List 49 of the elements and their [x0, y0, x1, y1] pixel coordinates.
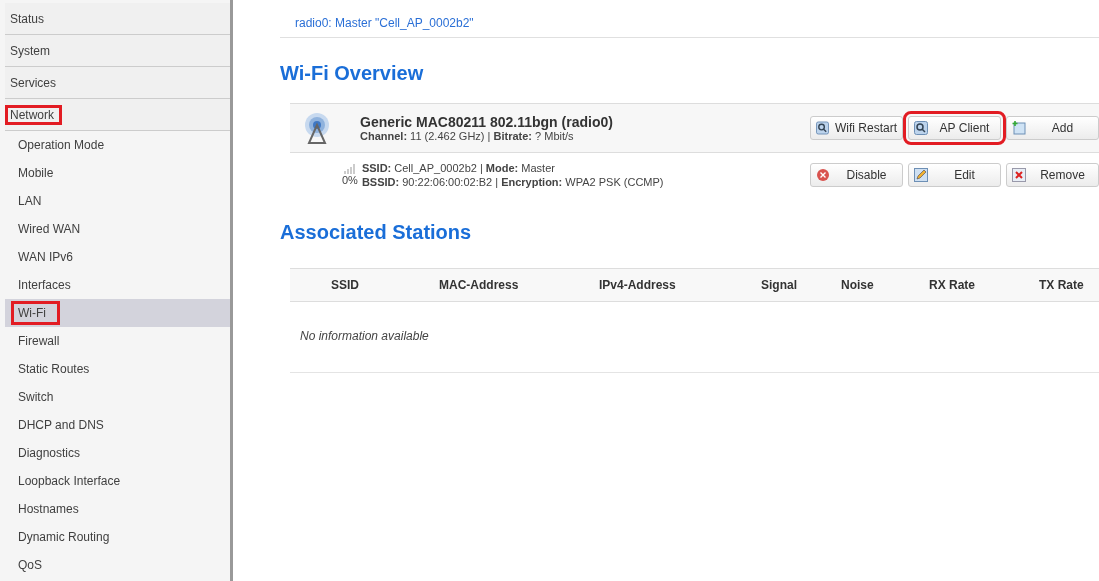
submenu-item[interactable]: Hostnames: [5, 495, 230, 523]
add-document-icon: [1012, 121, 1026, 135]
column-header: MAC-Address: [439, 278, 520, 292]
menu-item[interactable]: Network: [5, 99, 230, 131]
menu-item[interactable]: Services: [5, 67, 230, 99]
submenu-item[interactable]: Interfaces: [5, 271, 230, 299]
menu-item[interactable]: Status: [5, 3, 230, 35]
signal-percent: 0%: [342, 174, 358, 186]
column-header: SSID: [331, 278, 360, 292]
device-details: Channel: 11 (2.462 GHz) | Bitrate: ? Mbit/s: [360, 130, 574, 142]
signal-icon: [343, 164, 356, 174]
submenu-item[interactable]: Operation Mode: [5, 131, 230, 159]
empty-message: No information available: [300, 329, 429, 343]
submenu-item[interactable]: QoS: [5, 551, 230, 579]
column-header: Signal: [761, 278, 798, 292]
breadcrumb-link[interactable]: radio0: Master "Cell_AP_0002b2": [280, 16, 474, 30]
search-icon: [914, 121, 928, 135]
remove-icon: [1012, 168, 1026, 182]
menu-item[interactable]: System: [5, 35, 230, 67]
submenu-item[interactable]: Static Routes: [5, 355, 230, 383]
bssid-info: BSSID: 90:22:06:00:02:B2 | Encryption: WPA2 PSK (CCMP): [361, 176, 664, 188]
edit-button[interactable]: Edit: [908, 163, 1001, 187]
submenu-item[interactable]: Wi-Fi: [5, 299, 230, 327]
submenu-item[interactable]: Wired WAN: [5, 215, 230, 243]
submenu-item[interactable]: Switch: [5, 383, 230, 411]
submenu-item[interactable]: Mobile: [5, 159, 230, 187]
stop-icon: [816, 168, 830, 182]
radio-tower-icon: [302, 112, 332, 144]
submenu-item[interactable]: DHCP and DNS: [5, 411, 230, 439]
device-name: Generic MAC80211 802.11bgn (radio0): [360, 114, 613, 130]
column-header: Noise: [841, 278, 875, 292]
edit-icon: [914, 168, 928, 182]
section-title: Associated Stations: [280, 221, 473, 244]
submenu-item[interactable]: Loopback Interface: [5, 467, 230, 495]
column-header: TX Rate: [1039, 278, 1085, 292]
add-button[interactable]: Add: [1006, 116, 1099, 140]
column-header: RX Rate: [929, 278, 976, 292]
submenu-item[interactable]: LAN: [5, 187, 230, 215]
remove-button[interactable]: Remove: [1006, 163, 1099, 187]
submenu-item[interactable]: WAN IPv6: [5, 243, 230, 271]
submenu-item[interactable]: Dynamic Routing: [5, 523, 230, 551]
submenu-item[interactable]: Diagnostics: [5, 439, 230, 467]
disable-button[interactable]: Disable: [810, 163, 903, 187]
ssid-info: SSID: Cell_AP_0002b2 | Mode: Master: [361, 162, 555, 174]
submenu-item[interactable]: Firewall: [5, 327, 230, 355]
search-icon: [816, 121, 829, 135]
action-button[interactable]: Wifi Restart: [810, 116, 903, 140]
column-header: IPv4-Address: [599, 278, 677, 292]
section-title: Wi-Fi Overview: [280, 62, 425, 85]
